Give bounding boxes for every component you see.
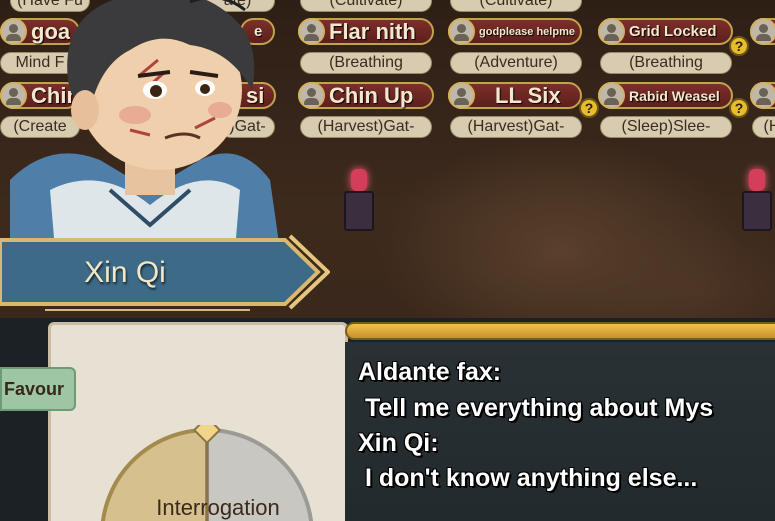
dialogue-line: I don't know anything else... <box>358 464 698 492</box>
help-icon[interactable]: ? <box>579 98 599 118</box>
player-activity-tag: (Harvest)Gat- <box>300 116 432 138</box>
player-name: Flar nith <box>329 18 416 44</box>
player-name: Grid Locked <box>629 23 717 40</box>
player-name: Chin Up <box>329 82 414 108</box>
help-icon[interactable]: ? <box>729 98 749 118</box>
player-activity-tag: (Cultivate) <box>300 0 432 12</box>
player-activity-tag: (Harvest)Gat- <box>450 116 582 138</box>
player-avatar-icon <box>750 18 775 45</box>
player-activity-tag: (Breathing <box>600 52 732 74</box>
player-avatar-icon <box>598 18 625 45</box>
player-name: godplease helpme <box>479 25 575 38</box>
player-nameplate[interactable]: Grid Locked <box>598 18 733 45</box>
interrogation-option[interactable]: Interrogation <box>118 495 318 521</box>
player-activity-tag: (H <box>752 116 775 138</box>
player-name: Rabid Weasel <box>629 87 720 104</box>
dialogue-line: Aldante fax: <box>358 358 502 386</box>
dialogue-line: Xin Qi: <box>358 429 439 457</box>
meditation-bench <box>342 165 376 235</box>
player-nameplate[interactable]: Flar nith <box>298 18 434 45</box>
help-icon[interactable]: ? <box>729 36 749 56</box>
player-activity-tag: (Adventure) <box>450 52 582 74</box>
player-name: LL Six <box>495 82 561 108</box>
favour-tab[interactable]: Favour <box>0 367 76 411</box>
player-activity-tag: (Breathing <box>300 52 432 74</box>
player-activity-tag: (Sleep)Slee- <box>600 116 732 138</box>
speaker-name: Xin Qi <box>84 256 166 289</box>
dialogue-line: Tell me everything about Mys <box>358 394 714 422</box>
player-avatar-icon <box>598 82 625 109</box>
meditation-bench <box>740 165 774 235</box>
player-nameplate[interactable]: LL Six <box>448 82 582 109</box>
dialogue-header-bar <box>345 322 775 340</box>
player-avatar-icon <box>448 82 475 109</box>
player-avatar-icon <box>448 18 475 45</box>
player-avatar-icon <box>750 82 775 109</box>
player-nameplate[interactable]: Chin Up <box>298 82 434 109</box>
player-nameplate[interactable] <box>750 82 775 109</box>
player-avatar-icon <box>298 18 325 45</box>
player-nameplate[interactable] <box>750 18 775 45</box>
character-portrait <box>10 0 280 250</box>
player-nameplate[interactable]: godplease helpme <box>448 18 582 45</box>
player-avatar-icon <box>298 82 325 109</box>
player-activity-tag: (Cultivate) <box>450 0 582 12</box>
player-nameplate[interactable]: Rabid Weasel <box>598 82 733 109</box>
